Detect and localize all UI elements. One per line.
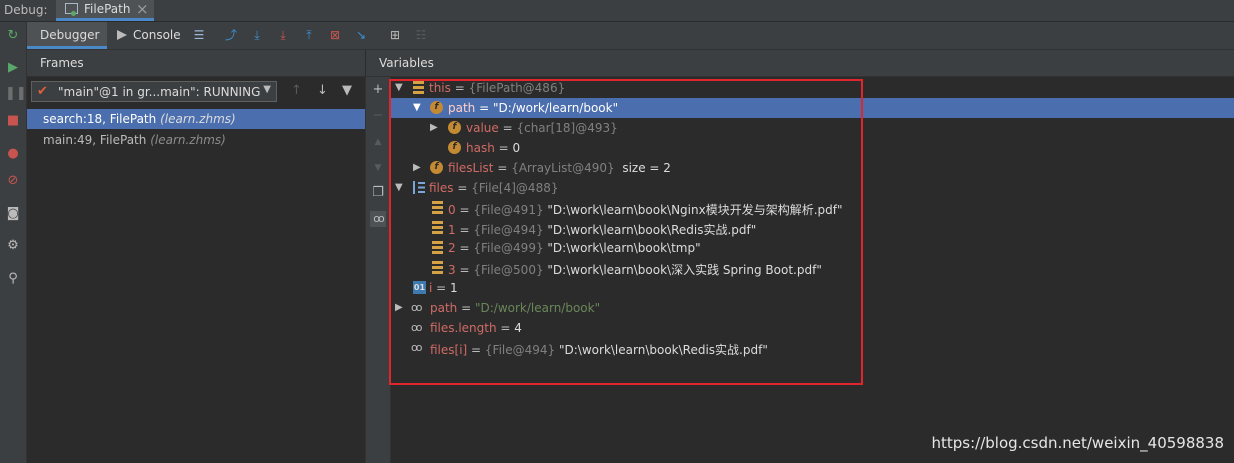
frame-package: (learn.zhms) — [150, 133, 226, 147]
left-debug-toolbar: ↻ ▶ ❚❚ ■ ● ⊘ ◙ ⚙ ⚲ — [0, 22, 27, 463]
tab-console[interactable]: Console — [117, 28, 181, 42]
remove-watch-icon[interactable]: − — [370, 108, 386, 124]
thread-dropdown[interactable]: ✔ "main"@1 in gr...main": RUNNING ▼ — [31, 81, 277, 102]
variables-header: Variables — [366, 50, 1234, 77]
frames-panel: ✔ "main"@1 in gr...main": RUNNING ▼ ↑ ↓ … — [27, 77, 366, 463]
copy-icon[interactable]: ❐ — [370, 185, 386, 201]
pin-icon[interactable]: ⚲ — [5, 271, 21, 287]
move-up-icon[interactable]: ▲ — [370, 134, 386, 150]
tab-debugger-label: Debugger — [40, 28, 100, 42]
watermark: https://blog.csdn.net/weixin_40598838 — [931, 434, 1224, 452]
thread-dropdown-value: "main"@1 in gr...main": RUNNING — [58, 85, 261, 99]
tab-filepath[interactable]: FilePath × — [56, 0, 154, 21]
trace-icon[interactable]: ☷ — [413, 27, 429, 43]
drop-frame-icon[interactable]: ⊠ — [327, 27, 343, 43]
highlight-box — [389, 79, 863, 385]
variables-title: Variables — [379, 56, 434, 70]
stop-icon[interactable]: ■ — [5, 113, 21, 129]
chevron-down-icon: ▼ — [263, 84, 271, 95]
debug-label: Debug: — [4, 3, 48, 17]
add-watch-icon[interactable]: + — [370, 82, 386, 98]
frame-package: (learn.zhms) — [160, 112, 236, 126]
show-watches-icon[interactable]: oo — [370, 211, 386, 227]
evaluate-expression-icon[interactable]: ⊞ — [387, 27, 403, 43]
show-execution-point-icon[interactable]: ⤴ — [223, 27, 239, 43]
filter-icon[interactable]: ▼ — [342, 83, 352, 98]
frame-item[interactable]: main:49, FilePath (learn.zhms) — [27, 130, 365, 150]
mute-breakpoints-icon[interactable]: ⊘ — [5, 173, 21, 189]
step-into-icon[interactable]: ⤓ — [275, 27, 291, 43]
check-icon: ✔ — [37, 84, 48, 99]
run-to-cursor-icon[interactable]: ↘ — [353, 27, 369, 43]
frame-method: main:49, FilePath — [43, 133, 151, 147]
resume-icon[interactable]: ▶ — [5, 60, 21, 76]
settings-icon[interactable]: ⚙ — [5, 238, 21, 254]
rerun-icon[interactable]: ↻ — [5, 28, 21, 44]
tab-debugger[interactable]: Debugger — [27, 22, 107, 49]
step-over-icon[interactable]: ⤓ — [249, 27, 265, 43]
menu-icon[interactable]: ☰ — [191, 27, 207, 43]
step-out-icon[interactable]: ⤒ — [301, 27, 317, 43]
arrow-up-icon[interactable]: ↑ — [291, 83, 302, 98]
move-down-icon[interactable]: ▼ — [370, 160, 386, 176]
variables-toolbar: + − ▲ ▼ ❐ oo — [366, 77, 391, 463]
pause-icon[interactable]: ❚❚ — [5, 86, 27, 102]
console-icon — [117, 30, 127, 40]
arrow-down-icon[interactable]: ↓ — [317, 83, 328, 98]
tab-filepath-label: FilePath — [84, 2, 131, 16]
debug-title-bar: Debug: FilePath × — [0, 0, 1234, 22]
tab-console-label: Console — [133, 28, 181, 42]
camera-icon[interactable]: ◙ — [5, 206, 21, 222]
frame-method: search:18, FilePath — [43, 112, 161, 126]
run-config-icon — [65, 3, 78, 16]
frame-item[interactable]: search:18, FilePath (learn.zhms) — [27, 109, 365, 129]
frames-header: Frames — [27, 50, 365, 77]
debug-toolbar: Debugger Console ☰ ⤴ ⤓ ⤓ ⤒ ⊠ ↘ ⊞ ☷ — [27, 22, 1234, 50]
view-breakpoints-icon[interactable]: ● — [5, 146, 21, 162]
frames-title: Frames — [40, 56, 84, 70]
close-icon[interactable]: × — [136, 0, 149, 18]
